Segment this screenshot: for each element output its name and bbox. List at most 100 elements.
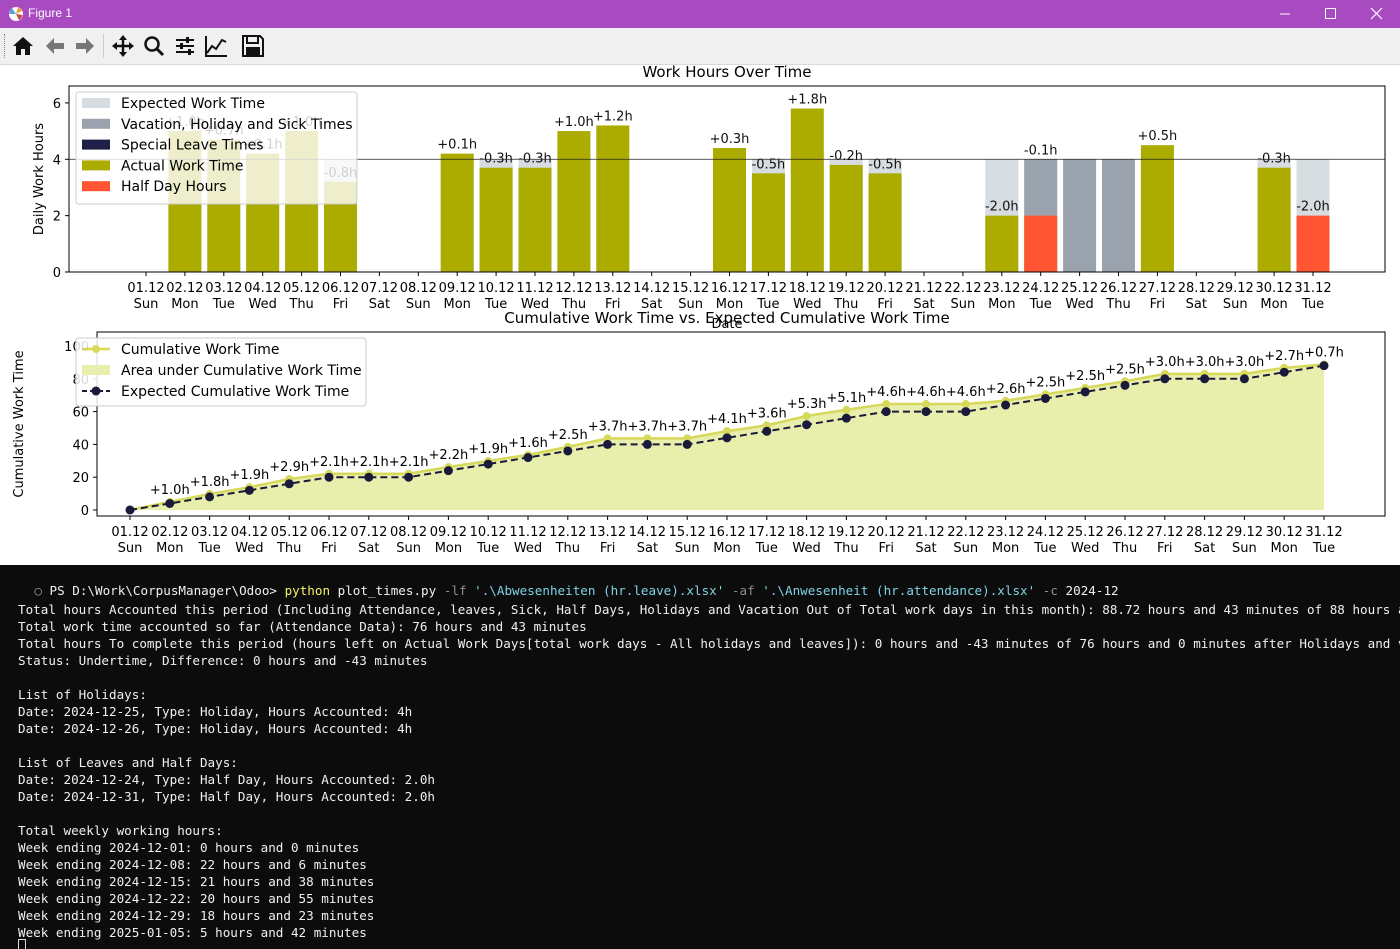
x-tick-weekday: Fri (1150, 297, 1166, 312)
x-tick-label: 25.12 (1067, 525, 1104, 540)
x-tick-label: 19.12 (828, 281, 865, 296)
expected-cumulative-point (125, 505, 135, 515)
x-tick-weekday: Sat (1194, 541, 1215, 556)
legend-label: Actual Work Time (121, 158, 243, 174)
cumulative-data-label: +4.6h (906, 385, 946, 400)
terminal-panel[interactable]: ○ PS D:\Work\CorpusManager\Odoo> python … (0, 565, 1400, 949)
y-tick-label: 2 (53, 210, 61, 225)
navigation-toolbar (0, 28, 1400, 65)
maximize-icon (1325, 8, 1336, 19)
cumulative-data-label: +1.0h (150, 483, 190, 498)
maximize-button[interactable] (1308, 0, 1354, 28)
x-tick-weekday: Wed (1071, 541, 1099, 556)
forward-button[interactable] (72, 33, 98, 59)
terminal-line: Week ending 2024-12-15: 21 hours and 38 … (18, 874, 375, 889)
minimize-button[interactable] (1262, 0, 1308, 28)
legend-swatch (82, 160, 110, 171)
x-tick-label: 13.12 (589, 525, 626, 540)
expected-cumulative-point (1001, 400, 1011, 410)
legend-label: Vacation, Holiday and Sick Times (121, 117, 353, 133)
figure-canvas[interactable]: +1.0h+0.7h+0.1h+1.0h-0.8h+0.1h-0.3h-0.3h… (0, 64, 1400, 564)
x-tick-weekday: Sun (953, 541, 978, 556)
x-tick-label: 29.12 (1217, 281, 1254, 296)
terminal-arg: 2024-12 (1057, 583, 1119, 598)
terminal-line: Week ending 2024-12-08: 22 hours and 6 m… (18, 857, 367, 872)
x-tick-label: 28.12 (1186, 525, 1223, 540)
expected-cumulative-point (563, 446, 573, 456)
expected-cumulative-point (165, 498, 175, 508)
actual-work-bar (985, 215, 1019, 272)
home-button[interactable] (10, 33, 36, 59)
x-tick-weekday: Sun (406, 297, 431, 312)
x-tick-weekday: Mon (1260, 297, 1287, 312)
expected-cumulative-point (682, 439, 692, 449)
x-tick-label: 14.12 (629, 525, 666, 540)
x-tick-label: 12.12 (549, 525, 586, 540)
cumulative-point (882, 400, 891, 409)
x-tick-label: 06.12 (310, 525, 347, 540)
half-day-bar (1024, 215, 1058, 272)
expected-cumulative-point (1319, 361, 1329, 371)
x-tick-label: 31.12 (1305, 525, 1342, 540)
pan-button[interactable] (110, 33, 136, 59)
cumulative-data-label: +1.9h (229, 468, 269, 483)
x-tick-weekday: Tue (197, 541, 220, 556)
x-tick-label: 16.12 (708, 525, 745, 540)
x-tick-label: 01.12 (127, 281, 164, 296)
bar-data-label: -0.1h (1024, 143, 1058, 158)
x-tick-weekday: Wed (1065, 297, 1093, 312)
x-tick-weekday: Tue (1301, 297, 1324, 312)
actual-work-bar (479, 167, 513, 272)
x-tick-weekday: Thu (288, 297, 313, 312)
x-tick-weekday: Thu (833, 541, 858, 556)
x-tick-weekday: Sat (358, 541, 379, 556)
legend-2: Cumulative Work Time Area under Cumulativ… (75, 337, 367, 407)
x-tick-label: 05.12 (283, 281, 320, 296)
cumulative-data-label: +1.6h (508, 436, 548, 451)
terminal-line: Week ending 2025-01-05: 5 hours and 42 m… (18, 925, 367, 940)
actual-work-bar (829, 164, 863, 272)
cumulative-data-label: +4.1h (707, 412, 747, 427)
actual-work-bar (751, 173, 785, 272)
expected-cumulative-point (1120, 380, 1130, 390)
x-tick-weekday: Sun (1232, 541, 1257, 556)
x-tick-weekday: Wed (235, 541, 263, 556)
cumulative-data-label: +2.5h (1025, 375, 1065, 390)
configure-subplots-button[interactable] (172, 33, 198, 59)
cumulative-data-label: +2.1h (389, 455, 429, 470)
terminal-line: Status: Undertime, Difference: 0 hours a… (18, 653, 428, 668)
actual-work-bar (790, 108, 824, 272)
window-titlebar[interactable]: Figure 1 (0, 0, 1400, 28)
x-tick-label: 07.12 (361, 281, 398, 296)
x-tick-label: 17.12 (748, 525, 785, 540)
bar-data-label: +0.5h (1137, 129, 1177, 144)
x-tick-label: 10.12 (477, 281, 514, 296)
x-tick-weekday: Wed (514, 541, 542, 556)
x-tick-weekday: Thu (1105, 297, 1130, 312)
edit-axis-button[interactable] (203, 33, 229, 59)
cumulative-data-label: +2.5h (548, 428, 588, 443)
zoom-button[interactable] (141, 33, 167, 59)
save-icon (242, 35, 264, 57)
expected-cumulative-point (921, 407, 931, 417)
expected-cumulative-point (1160, 374, 1170, 384)
terminal-string-arg: '.\Anwesenheit (hr.attendance).xlsx' (754, 583, 1043, 598)
expected-cumulative-point (523, 453, 533, 463)
x-tick-weekday: Tue (755, 541, 778, 556)
x-tick-label: 07.12 (350, 525, 387, 540)
x-tick-label: 17.12 (750, 281, 787, 296)
expected-cumulative-point (642, 439, 652, 449)
back-button[interactable] (42, 33, 68, 59)
y-tick-label: 40 (72, 438, 89, 453)
toolbar-grip[interactable] (4, 34, 7, 58)
terminal-line: Total hours To complete this period (hou… (18, 636, 1400, 651)
x-tick-label: 10.12 (470, 525, 507, 540)
save-button[interactable] (240, 33, 266, 59)
close-button[interactable] (1354, 0, 1400, 28)
x-tick-label: 19.12 (828, 525, 865, 540)
expected-cumulative-point (722, 433, 732, 443)
terminal-line: List of Leaves and Half Days: (18, 755, 238, 770)
bar-data-label: +0.3h (710, 132, 750, 147)
expected-cumulative-point (603, 439, 613, 449)
x-tick-weekday: Sun (675, 541, 700, 556)
